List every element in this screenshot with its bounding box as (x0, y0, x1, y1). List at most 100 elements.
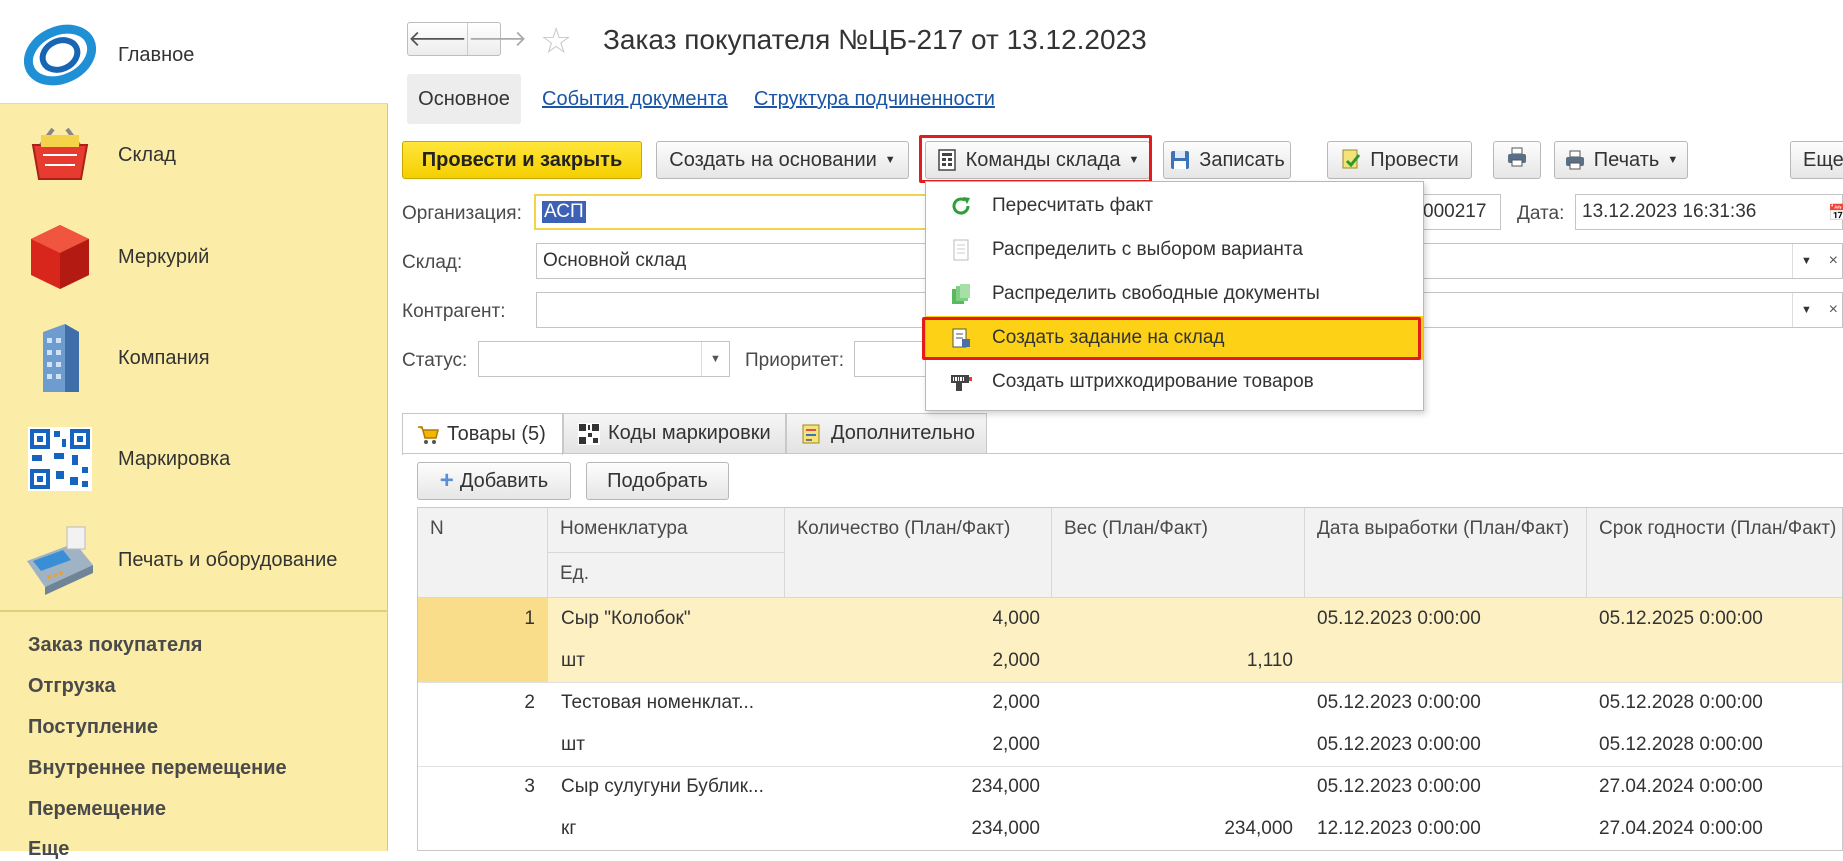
tab-additional[interactable]: Дополнительно (786, 413, 987, 453)
row-1-weight-fact[interactable]: 1,110 (1052, 640, 1293, 682)
sidebar-item-label: Склад (118, 143, 176, 166)
sidebar-link-shipment[interactable]: Отгрузка (28, 675, 116, 698)
row-1-weight-plan[interactable] (1052, 598, 1293, 640)
warehouse-value: Основной склад (543, 250, 687, 271)
clear-icon[interactable]: × (1829, 244, 1838, 278)
post-and-close-button[interactable]: Провести и закрыть (402, 141, 642, 179)
add-row-button[interactable]: + Добавить (417, 462, 571, 500)
row-3-exp-plan[interactable]: 27.04.2024 0:00:00 (1599, 766, 1763, 808)
row-2-exp-fact[interactable]: 05.12.2028 0:00:00 (1599, 724, 1763, 766)
row-1-item[interactable]: Сыр "Колобок" (561, 598, 691, 640)
column-header-n[interactable]: N (418, 508, 548, 598)
row-3-item[interactable]: Сыр сулугуни Бублик... (561, 766, 764, 808)
column-header-weight[interactable]: Вес (План/Факт) (1052, 508, 1305, 598)
menu-item-recalculate-fact[interactable]: Пересчитать факт (926, 184, 1423, 228)
row-3-prod-fact[interactable]: 12.12.2023 0:00:00 (1317, 808, 1481, 850)
column-header-unit[interactable]: Ед. (548, 553, 785, 598)
priority-label: Приоритет: (745, 350, 844, 371)
post-button[interactable]: Провести (1327, 141, 1472, 179)
menu-item-distribute-with-choice[interactable]: Распределить с выбором варианта (926, 228, 1423, 272)
chevron-down-icon[interactable]: ▼ (701, 342, 729, 376)
status-label: Статус: (402, 350, 468, 371)
warehouse-commands-highlight (919, 135, 1152, 183)
row-1-qty-plan[interactable]: 4,000 (785, 598, 1040, 640)
calendar-icon[interactable]: 📅 (1828, 203, 1843, 223)
pos-terminal-icon (22, 522, 98, 598)
menu-item-create-barcoding[interactable]: Создать штрихкодирование товаров (926, 360, 1423, 404)
status-field[interactable]: ▼ (478, 341, 730, 377)
row-1-n[interactable]: 1 (418, 598, 535, 640)
add-row-label: Добавить (459, 469, 549, 492)
row-3-weight-fact[interactable]: 234,000 (1052, 808, 1293, 850)
favorite-star-icon[interactable]: ☆ (540, 20, 572, 62)
tab-main[interactable]: Основное (407, 74, 521, 124)
row-1-unit[interactable]: шт (561, 640, 585, 682)
menu-item-distribute-free-documents[interactable]: Распределить свободные документы (926, 272, 1423, 316)
row-3-unit[interactable]: кг (561, 808, 576, 850)
row-3-weight-plan[interactable] (1052, 766, 1293, 808)
row-3-prod-plan[interactable]: 05.12.2023 0:00:00 (1317, 766, 1481, 808)
tab-document-events[interactable]: События документа (542, 88, 728, 111)
sidebar-item-mercury[interactable]: Меркурий (0, 207, 388, 307)
chevron-down-icon[interactable]: ▼ (1792, 293, 1820, 327)
tab-goods-label: Товары (5) (447, 423, 546, 445)
row-2-unit[interactable]: шт (561, 724, 585, 766)
row-2-weight-fact[interactable] (1052, 724, 1293, 766)
row-3-qty-plan[interactable]: 234,000 (785, 766, 1040, 808)
print-menu-button[interactable]: Печать ▼ (1554, 141, 1688, 179)
column-header-item[interactable]: Номенклатура (548, 508, 785, 553)
row-2-item[interactable]: Тестовая номенклат... (561, 682, 754, 724)
row-1-qty-fact[interactable]: 2,000 (785, 640, 1040, 682)
sidebar-item-label: Главное (118, 43, 195, 66)
chevron-down-icon[interactable]: ▼ (1792, 244, 1820, 278)
sidebar-item-warehouse[interactable]: Склад (0, 105, 388, 205)
sidebar-item-label: Компания (118, 346, 210, 369)
sidebar-link-transfer[interactable]: Перемещение (28, 798, 166, 821)
column-header-qty[interactable]: Количество (План/Факт) (785, 508, 1052, 598)
row-2-qty-plan[interactable]: 2,000 (785, 682, 1040, 724)
save-button[interactable]: Записать (1163, 141, 1291, 179)
row-3-n[interactable]: 3 (418, 766, 535, 808)
row-2-weight-plan[interactable] (1052, 682, 1293, 724)
create-based-on-button[interactable]: Создать на основании ▼ (656, 141, 909, 179)
back-arrow-icon[interactable]: 🡐 (408, 23, 468, 55)
date-value: 13.12.2023 16:31:36 (1582, 201, 1757, 222)
sidebar-link-customer-order[interactable]: Заказ покупателя (28, 634, 202, 657)
row-2-prod-plan[interactable]: 05.12.2023 0:00:00 (1317, 682, 1481, 724)
date-field[interactable]: 13.12.2023 16:31:36 📅 (1575, 194, 1843, 230)
quick-print-button[interactable] (1493, 141, 1541, 179)
tab-goods[interactable]: Товары (5) (402, 413, 563, 455)
pick-button[interactable]: Подобрать (586, 462, 729, 500)
clear-icon[interactable]: × (1829, 293, 1838, 327)
sidebar-link-more[interactable]: Еще (28, 838, 69, 861)
sidebar-item-company[interactable]: Компания (0, 308, 388, 408)
row-2-n[interactable]: 2 (418, 682, 535, 724)
row-3-qty-fact[interactable]: 234,000 (785, 808, 1040, 850)
row-2-qty-fact[interactable]: 2,000 (785, 724, 1040, 766)
organization-field[interactable]: АСП (534, 194, 934, 230)
row-1-prod-plan[interactable]: 05.12.2023 0:00:00 (1317, 598, 1481, 640)
tab-subordination-structure[interactable]: Структура подчиненности (754, 88, 995, 111)
row-1-exp-plan[interactable]: 05.12.2025 0:00:00 (1599, 598, 1763, 640)
row-3-exp-fact[interactable]: 27.04.2024 0:00:00 (1599, 808, 1763, 850)
additional-info-icon (801, 423, 823, 445)
printer-icon (1506, 146, 1528, 174)
menu-item-label: Пересчитать факт (992, 195, 1154, 216)
sidebar-item-main[interactable]: Главное (0, 5, 388, 105)
more-button[interactable]: Еще (1790, 141, 1843, 179)
chevron-down-icon: ▼ (1667, 154, 1679, 166)
column-header-expiry[interactable]: Срок годности (План/Факт) (1587, 508, 1842, 598)
sidebar-link-receipt[interactable]: Поступление (28, 716, 158, 739)
page-title: Заказ покупателя №ЦБ-217 от 13.12.2023 (603, 24, 1147, 55)
sidebar-item-printing[interactable]: Печать и оборудование (0, 510, 388, 610)
forward-arrow-icon[interactable]: 🡒 (468, 23, 527, 55)
column-header-prod-date[interactable]: Дата выработки (План/Факт) (1305, 508, 1587, 598)
sidebar-link-internal-transfer[interactable]: Внутреннее перемещение (28, 757, 287, 780)
organization-label: Организация: (402, 203, 522, 224)
create-based-on-label: Создать на основании (669, 148, 877, 171)
sidebar-item-marking[interactable]: Маркировка (0, 409, 388, 509)
row-2-prod-fact[interactable]: 05.12.2023 0:00:00 (1317, 724, 1481, 766)
main-logo-icon (22, 17, 98, 93)
tab-marking-codes[interactable]: Коды маркировки (563, 413, 786, 453)
row-2-exp-plan[interactable]: 05.12.2028 0:00:00 (1599, 682, 1763, 724)
